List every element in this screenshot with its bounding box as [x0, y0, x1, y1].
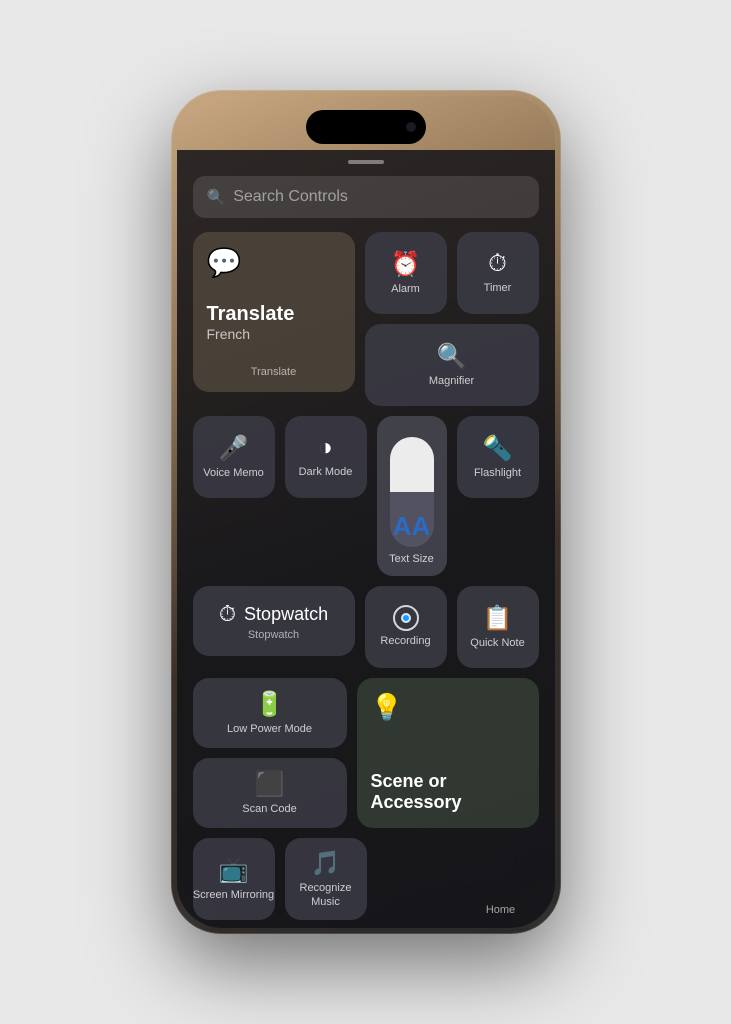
translate-text: Translate French — [207, 303, 341, 342]
translate-button[interactable]: 💬 Translate French Translate — [193, 232, 355, 392]
scene-text: Scene or Accessory — [371, 771, 525, 814]
scene-icon: 💡 — [371, 692, 403, 723]
magnifier-row: 🔍 Magnifier — [365, 324, 539, 406]
quick-note-label: Quick Note — [470, 637, 524, 650]
translate-footer: Translate — [207, 366, 341, 378]
right-col-1: ⏰ Alarm ⏱ Timer 🔍 — [365, 232, 539, 406]
row-4: 🔋 Low Power Mode ⬛ Scan Code 💡 Sce — [193, 678, 539, 828]
stopwatch-inner: ⏱ Stopwatch — [219, 601, 328, 627]
search-icon: 🔍 — [207, 188, 226, 206]
text-size-button[interactable]: AA Text Size — [377, 416, 447, 576]
stopwatch-button[interactable]: ⏱ Stopwatch Stopwatch — [193, 586, 355, 656]
phone-frame: 🔍 Search Controls 💬 Translate — [171, 90, 561, 934]
magnifier-button[interactable]: 🔍 Magnifier — [365, 324, 539, 406]
accessibility-row[interactable]: ⓘ Accessibility — [193, 920, 539, 928]
low-power-label: Low Power Mode — [227, 723, 312, 736]
row-3: ⏱ Stopwatch Stopwatch Recording — [193, 586, 539, 668]
controls-grid: 💬 Translate French Translate — [193, 232, 539, 920]
translate-icon: 💬 — [207, 246, 242, 279]
row-5: 📺 Screen Mirroring 🎵 Recognize Music Hom… — [193, 838, 539, 920]
timer-label: Timer — [484, 282, 512, 295]
spacer — [377, 838, 453, 920]
translate-title: Translate — [207, 303, 341, 326]
quick-note-icon: 📋 — [483, 604, 513, 633]
recognize-music-label: Recognize Music — [285, 882, 367, 908]
quick-note-button[interactable]: 📋 Quick Note — [457, 586, 539, 668]
left-col-4: 🔋 Low Power Mode ⬛ Scan Code — [193, 678, 347, 828]
search-bar[interactable]: 🔍 Search Controls — [193, 176, 539, 218]
stopwatch-label: Stopwatch — [248, 629, 299, 641]
scan-code-label: Scan Code — [242, 803, 296, 816]
low-power-icon: 🔋 — [255, 690, 285, 719]
dynamic-island — [306, 110, 426, 144]
text-size-aa: AA — [393, 513, 431, 539]
translate-subtitle: French — [207, 326, 341, 342]
translate-icon-area: 💬 — [207, 246, 242, 279]
scene-home-label-area: Home — [463, 838, 539, 920]
low-power-button[interactable]: 🔋 Low Power Mode — [193, 678, 347, 748]
stopwatch-title: Stopwatch — [244, 604, 328, 625]
content-area: 🔍 Search Controls 💬 Translate — [177, 150, 555, 928]
scan-code-button[interactable]: ⬛ Scan Code — [193, 758, 347, 828]
recording-ring — [393, 605, 419, 631]
magnifier-icon: 🔍 — [437, 342, 467, 371]
magnifier-label: Magnifier — [429, 375, 474, 388]
drag-indicator — [348, 160, 384, 164]
flashlight-icon: 🔦 — [483, 434, 513, 463]
scene-button[interactable]: 💡 Scene or Accessory — [357, 678, 539, 828]
search-placeholder: Search Controls — [233, 188, 348, 206]
dark-mode-button[interactable]: ◑ Dark Mode — [285, 416, 367, 498]
dark-mode-label: Dark Mode — [299, 466, 353, 479]
phone-inner: 🔍 Search Controls 💬 Translate — [177, 96, 555, 928]
voice-memo-button[interactable]: 🎤 Voice Memo — [193, 416, 275, 498]
scene-title: Scene or Accessory — [371, 771, 525, 814]
text-size-slider: AA — [390, 437, 434, 547]
flashlight-label: Flashlight — [474, 467, 521, 480]
stopwatch-icon: ⏱ — [219, 601, 236, 627]
scan-code-icon: ⬛ — [255, 770, 285, 799]
recording-label: Recording — [380, 635, 430, 648]
voice-memo-label: Voice Memo — [203, 467, 264, 480]
screen-mirroring-button[interactable]: 📺 Screen Mirroring — [193, 838, 275, 920]
scene-footer: Home — [486, 904, 515, 916]
recognize-music-button[interactable]: 🎵 Recognize Music — [285, 838, 367, 920]
voice-memo-icon: 🎤 — [219, 434, 249, 463]
alarm-timer-row: ⏰ Alarm ⏱ Timer — [365, 232, 539, 314]
recording-button[interactable]: Recording — [365, 586, 447, 668]
alarm-icon: ⏰ — [391, 250, 421, 279]
row-1: 💬 Translate French Translate — [193, 232, 539, 406]
text-size-label: Text Size — [389, 553, 434, 566]
row-2: 🎤 Voice Memo ◑ Dark Mode AA Text Size — [193, 416, 539, 576]
alarm-button[interactable]: ⏰ Alarm — [365, 232, 447, 314]
dark-mode-icon: ◑ — [318, 434, 333, 462]
timer-button[interactable]: ⏱ Timer — [457, 232, 539, 314]
screen-mirroring-label: Screen Mirroring — [193, 889, 274, 902]
alarm-label: Alarm — [391, 283, 420, 296]
screen: 🔍 Search Controls 💬 Translate — [177, 96, 555, 928]
recognize-music-icon: 🎵 — [311, 849, 341, 878]
timer-icon: ⏱ — [488, 250, 507, 278]
recording-dot — [401, 613, 411, 623]
screen-mirroring-icon: 📺 — [219, 856, 249, 885]
flashlight-button[interactable]: 🔦 Flashlight — [457, 416, 539, 498]
camera-sensor — [406, 122, 416, 132]
